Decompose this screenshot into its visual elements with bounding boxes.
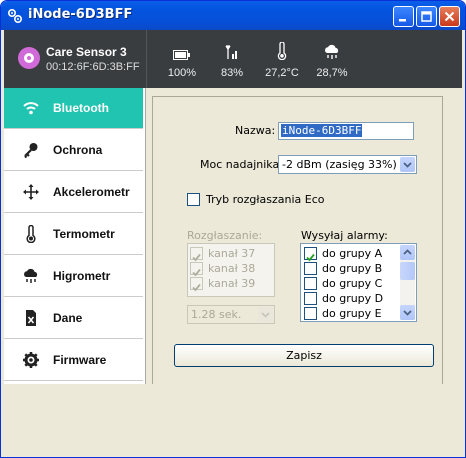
humidity-value: 28,7% (316, 67, 348, 79)
sidebar-divider (145, 88, 146, 384)
group-c-checkbox[interactable] (304, 277, 317, 290)
chevron-down-icon[interactable] (400, 157, 415, 172)
sidebar-item-label: Dane (53, 311, 83, 325)
channel-38-checkbox[interactable] (190, 262, 203, 277)
sidebar-item-label: Firmware (53, 353, 107, 367)
channel-37-label: kanał 37 (208, 247, 256, 260)
broadcast-label: Rozgłaszanie: (187, 229, 263, 242)
rain-cloud-icon (22, 267, 40, 285)
maximize-button[interactable] (416, 6, 437, 27)
sidebar-item-ochrona[interactable]: Ochrona (4, 130, 143, 171)
chevron-down-icon[interactable] (258, 307, 273, 322)
sidebar-item-firmware[interactable]: Firmware (4, 340, 143, 381)
interval-select-value: 1.28 sek. (191, 308, 242, 321)
window-bottom-area (1, 384, 465, 457)
device-header: Care Sensor 3 00:12:6F:6D:3B:FF 100% 83%… (4, 30, 462, 88)
device-name: Care Sensor 3 (46, 45, 127, 59)
scroll-thumb[interactable] (400, 262, 415, 280)
wifi-icon (22, 99, 40, 117)
scrollbar[interactable] (400, 245, 415, 320)
thermometer-icon (22, 224, 40, 244)
move-arrows-icon (22, 183, 40, 201)
sidebar-item-label: Bluetooth (53, 101, 109, 115)
battery-value: 100% (167, 67, 197, 79)
power-select[interactable]: -2 dBm (zasięg 33%) (278, 155, 417, 174)
group-c-label: do grupy C (322, 277, 383, 290)
app-window: iNode-6D3BFF Care Sensor 3 00:12:6F:6D:3… (0, 0, 466, 458)
close-button[interactable] (439, 6, 460, 27)
channel-38-label: kanał 38 (208, 262, 256, 275)
name-input-value: iNode-6D3BFF (281, 124, 363, 137)
group-d-checkbox[interactable] (304, 292, 317, 305)
scroll-up-icon[interactable] (400, 245, 415, 260)
eco-checkbox[interactable] (187, 193, 200, 206)
power-select-value: -2 dBm (zasięg 33%) (282, 158, 397, 171)
temperature-value: 27,2°C (265, 67, 299, 79)
eco-label: Tryb rozgłaszania Eco (206, 193, 325, 206)
group-a-checkbox[interactable] (304, 247, 317, 262)
alarms-label: Wysyłaj alarmy: (301, 229, 388, 242)
stat-temperature: 27,2°C (257, 36, 307, 79)
signal-icon (207, 36, 257, 60)
interval-select[interactable]: 1.28 sek. (187, 305, 275, 324)
sidebar-item-dane[interactable]: Dane (4, 298, 143, 339)
key-icon (22, 141, 40, 159)
channel-39-label: kanał 39 (208, 277, 256, 290)
name-label: Nazwa: (235, 124, 276, 137)
save-button[interactable]: Zapisz (174, 344, 434, 367)
sidebar-item-termometr[interactable]: Termometr (4, 214, 143, 255)
stat-signal: 83% (207, 36, 257, 79)
header-divider (146, 30, 147, 88)
group-a-label: do grupy A (322, 247, 383, 260)
name-input[interactable]: iNode-6D3BFF (278, 122, 414, 140)
channel-37-checkbox[interactable] (190, 247, 203, 262)
gear-icon (22, 351, 40, 369)
channel-39-checkbox[interactable] (190, 277, 203, 292)
group-e-checkbox[interactable] (304, 307, 317, 320)
sidebar-item-label: Higrometr (53, 269, 111, 283)
check-icon (192, 283, 201, 292)
sidebar-item-label: Termometr (53, 227, 115, 241)
group-d-label: do grupy D (322, 292, 384, 305)
sidebar: Bluetooth Ochrona Akcelerometr Termometr… (4, 88, 145, 384)
window-title: iNode-6D3BFF (28, 7, 133, 22)
app-gears-icon (7, 8, 23, 24)
device-avatar (18, 47, 40, 69)
signal-value: 83% (220, 67, 244, 79)
group-b-label: do grupy B (322, 262, 383, 275)
stat-battery: 100% (157, 36, 207, 79)
humidity-cloud-icon (307, 36, 357, 60)
data-file-icon (22, 309, 40, 327)
sidebar-item-label: Akcelerometr (53, 185, 130, 199)
group-e-label: do grupy E (322, 307, 382, 320)
sidebar-item-label: Ochrona (53, 143, 103, 157)
battery-icon (157, 36, 207, 60)
device-mac: 00:12:6F:6D:3B:FF (46, 61, 140, 73)
sidebar-item-bluetooth[interactable]: Bluetooth (4, 88, 143, 129)
power-label: Moc nadajnika: (200, 158, 283, 171)
group-b-checkbox[interactable] (304, 262, 317, 275)
sidebar-item-akcelerometr[interactable]: Akcelerometr (4, 172, 143, 213)
title-bar[interactable]: iNode-6D3BFF (1, 1, 465, 30)
stat-humidity: 28,7% (307, 36, 357, 79)
thermometer-icon (257, 36, 307, 60)
scroll-down-icon[interactable] (400, 305, 415, 320)
sidebar-item-higrometr[interactable]: Higrometr (4, 256, 143, 297)
minimize-button[interactable] (393, 6, 414, 27)
